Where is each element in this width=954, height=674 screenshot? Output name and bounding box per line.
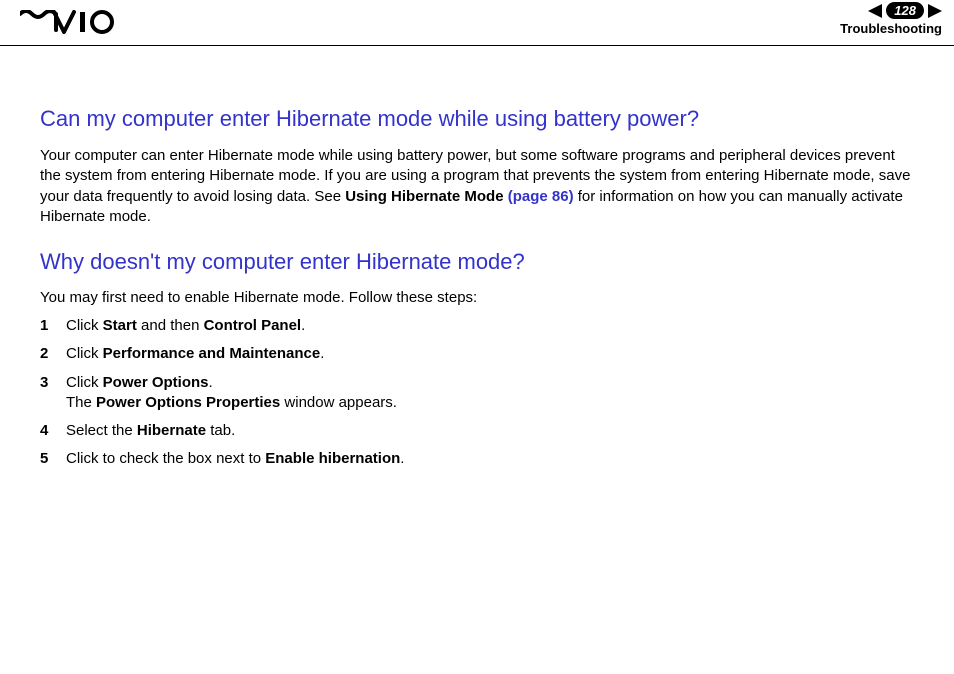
text: The <box>66 394 96 411</box>
step-body: Select the Hibernate tab. <box>66 421 235 441</box>
step-number: 1 <box>40 316 66 336</box>
text: and then <box>137 317 204 334</box>
text: . <box>400 450 404 467</box>
text-bold: Start <box>103 317 137 334</box>
list-item: 4 Select the Hibernate tab. <box>40 421 914 441</box>
heading-enable-hibernate: Why doesn't my computer enter Hibernate … <box>40 249 914 275</box>
list-item: 3 Click Power Options. The Power Options… <box>40 373 914 414</box>
text: Click <box>66 374 103 391</box>
next-page-arrow-icon[interactable] <box>928 4 942 18</box>
text-bold: Performance and Maintenance <box>103 345 321 362</box>
paragraph-battery-hibernate: Your computer can enter Hibernate mode w… <box>40 146 914 227</box>
text-bold: Power Options Properties <box>96 394 280 411</box>
page-reference-link[interactable]: (page 86) <box>508 188 574 205</box>
intro-text: You may first need to enable Hibernate m… <box>40 289 914 306</box>
list-item: 5 Click to check the box next to Enable … <box>40 449 914 469</box>
heading-battery-hibernate: Can my computer enter Hibernate mode whi… <box>40 106 914 132</box>
text: tab. <box>206 422 235 439</box>
text: . <box>209 374 213 391</box>
step-body: Click Power Options. The Power Options P… <box>66 373 397 414</box>
step-number: 5 <box>40 449 66 469</box>
text: Select the <box>66 422 137 439</box>
page-content: Can my computer enter Hibernate mode whi… <box>0 46 954 470</box>
text: window appears. <box>280 394 397 411</box>
section-label: Troubleshooting <box>840 21 942 36</box>
step-number: 3 <box>40 373 66 414</box>
page-header: 128 Troubleshooting <box>0 0 954 46</box>
page-number-badge: 128 <box>886 2 924 19</box>
step-body: Click Start and then Control Panel. <box>66 316 305 336</box>
text-bold: Power Options <box>103 374 209 391</box>
text: Click <box>66 317 103 334</box>
text-bold: Control Panel <box>204 317 302 334</box>
step-body: Click Performance and Maintenance. <box>66 344 324 364</box>
text: Click <box>66 345 103 362</box>
vaio-logo <box>20 10 120 39</box>
text-bold: Hibernate <box>137 422 206 439</box>
text: Click to check the box next to <box>66 450 265 467</box>
step-number: 2 <box>40 344 66 364</box>
page-nav: 128 Troubleshooting <box>840 2 942 36</box>
list-item: 1 Click Start and then Control Panel. <box>40 316 914 336</box>
steps-list: 1 Click Start and then Control Panel. 2 … <box>40 316 914 470</box>
text-bold: Enable hibernation <box>265 450 400 467</box>
prev-page-arrow-icon[interactable] <box>868 4 882 18</box>
list-item: 2 Click Performance and Maintenance. <box>40 344 914 364</box>
step-number: 4 <box>40 421 66 441</box>
text-bold: Using Hibernate Mode <box>345 188 508 205</box>
text: . <box>301 317 305 334</box>
text: . <box>320 345 324 362</box>
step-body: Click to check the box next to Enable hi… <box>66 449 404 469</box>
